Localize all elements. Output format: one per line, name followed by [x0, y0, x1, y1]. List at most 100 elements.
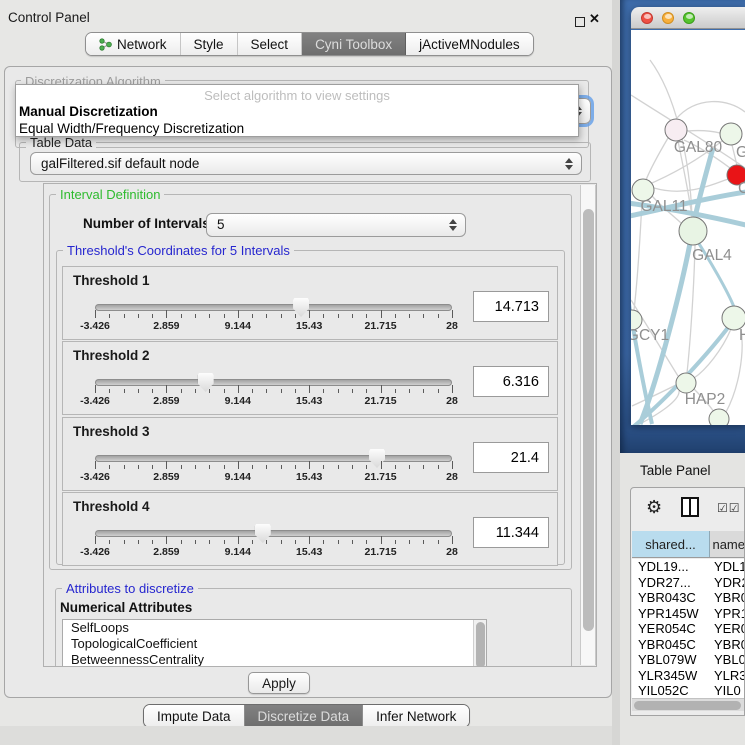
slider-tick	[423, 389, 424, 393]
numerical-attributes-label: Numerical Attributes	[60, 600, 192, 615]
table-data-combo[interactable]: galFiltered.sif default node	[30, 152, 582, 175]
table-horizontal-scrollbar[interactable]	[632, 698, 745, 711]
table-row[interactable]: YDR27...YDR2	[632, 575, 745, 591]
minimize-window-icon[interactable]	[662, 12, 674, 24]
slider-tick	[266, 389, 267, 393]
slider-tick	[95, 536, 96, 544]
slider-tick	[366, 540, 367, 544]
attributes-group: Attributes to discretize Numerical Attri…	[55, 588, 572, 667]
slider-tick	[381, 536, 382, 544]
slider-tick	[352, 465, 353, 469]
zoom-window-icon[interactable]	[683, 12, 695, 24]
network-node[interactable]	[665, 119, 687, 141]
tab-network-label: Network	[117, 37, 167, 52]
slider-scale-label: 15.43	[296, 546, 322, 558]
slider-scale-label: 15.43	[296, 471, 322, 483]
table-row[interactable]: YBL079WYBL0	[632, 652, 745, 668]
list-scrollbar-thumb[interactable]	[476, 622, 485, 667]
slider-tick	[281, 465, 282, 469]
dropdown-option-equal-width[interactable]: Equal Width/Frequency Discretization	[16, 120, 578, 137]
dropdown-option-manual[interactable]: Manual Discretization	[16, 103, 578, 120]
tab-style[interactable]: Style	[181, 33, 238, 55]
tab-jactivemnodules[interactable]: jActiveMNodules	[406, 33, 533, 55]
list-item[interactable]: TopologicalCoefficient	[63, 636, 486, 652]
columns-icon[interactable]	[681, 497, 699, 517]
slider-tick	[323, 465, 324, 469]
slider-tick	[166, 536, 167, 544]
column-header-shared-name[interactable]: shared...	[632, 531, 710, 557]
slider-tick	[381, 461, 382, 469]
column-header-name[interactable]: name	[710, 531, 745, 557]
network-node[interactable]	[720, 123, 742, 145]
slider-scale-label: 15.43	[296, 320, 322, 332]
tab-select[interactable]: Select	[238, 33, 303, 55]
slider-tick	[438, 540, 439, 544]
threshold-row-1: Threshold 1-3.4262.8599.14415.4321.71528…	[62, 266, 558, 340]
table-row[interactable]: YBR043CYBR0	[632, 590, 745, 606]
network-node[interactable]	[709, 409, 729, 425]
close-panel-icon[interactable]: ✕	[589, 11, 600, 27]
float-panel-icon[interactable]	[575, 17, 585, 27]
slider-scale-labels: -3.4262.8599.14415.4321.71528	[95, 320, 452, 333]
network-node[interactable]	[676, 373, 696, 393]
slider-tick	[266, 540, 267, 544]
list-item[interactable]: SelfLoops	[63, 620, 486, 636]
tab-discretize-data[interactable]: Discretize Data	[245, 705, 364, 727]
slider-scale-label: -3.426	[80, 320, 110, 332]
table-cell: YDL19...	[632, 559, 710, 575]
network-window-titlebar[interactable]	[631, 7, 745, 29]
threshold-row-2: Threshold 2-3.4262.8599.14415.4321.71528…	[62, 341, 558, 415]
table-row[interactable]: YBR045CYBR0	[632, 637, 745, 653]
slider-tick	[95, 310, 96, 318]
slider-scale-label: 2.859	[153, 546, 179, 558]
tab-impute-data[interactable]: Impute Data	[144, 705, 245, 727]
settings-scrollbar[interactable]	[580, 185, 596, 665]
slider-tick	[124, 389, 125, 393]
tab-cyni-toolbox[interactable]: Cyni Toolbox	[302, 33, 406, 55]
tab-jactivemnodules-label: jActiveMNodules	[419, 37, 520, 52]
slider-tick	[195, 314, 196, 318]
table-cell: YPR145W	[632, 606, 710, 622]
table-hscrollbar-thumb[interactable]	[634, 701, 741, 710]
slider-tick	[423, 465, 424, 469]
number-of-intervals-combo[interactable]: 5	[206, 213, 466, 237]
tab-discretize-data-label: Discretize Data	[258, 709, 350, 724]
slider-tick	[252, 314, 253, 318]
slider-tick	[409, 314, 410, 318]
numerical-attributes-list[interactable]: SelfLoopsTopologicalCoefficientBetweenne…	[62, 619, 487, 667]
slider-tick	[352, 314, 353, 318]
slider-tick	[438, 314, 439, 318]
network-node-label: H	[739, 327, 745, 344]
list-scrollbar[interactable]	[473, 620, 486, 667]
tab-network[interactable]: Network	[86, 33, 181, 55]
panel-divider[interactable]	[612, 0, 620, 745]
gear-icon[interactable]: ⚙	[646, 497, 662, 518]
slider-tick	[309, 536, 310, 544]
threshold-value-field[interactable]: 14.713	[473, 291, 549, 322]
settings-scrollbar-thumb[interactable]	[583, 209, 594, 631]
threshold-value-field[interactable]: 21.4	[473, 442, 549, 473]
slider-scale-label: -3.426	[80, 471, 110, 483]
table-row[interactable]: YER054CYER0	[632, 621, 745, 637]
apply-button[interactable]: Apply	[248, 672, 310, 694]
slider-tick	[452, 385, 453, 393]
tab-infer-network[interactable]: Infer Network	[363, 705, 469, 727]
network-canvas[interactable]: GAL80GAL11GAL4GCY1HHAP2 GAC	[631, 30, 745, 425]
slider-tick	[281, 389, 282, 393]
slider-tick	[395, 314, 396, 318]
table-row[interactable]: YDL19...YDL1	[632, 559, 745, 575]
threshold-value-field[interactable]: 6.316	[473, 366, 549, 397]
slider-tick	[366, 314, 367, 318]
threshold-value-field[interactable]: 11.344	[473, 517, 549, 548]
list-item[interactable]: BetweennessCentrality	[63, 652, 486, 667]
table-row[interactable]: YLR345WYLR3	[632, 668, 745, 684]
network-node[interactable]	[679, 217, 707, 245]
table-cell: YBR043C	[632, 590, 710, 606]
close-window-icon[interactable]	[641, 12, 653, 24]
slider-tick	[138, 540, 139, 544]
table-row[interactable]: YPR145WYPR1	[632, 606, 745, 622]
table-row[interactable]: YIL052CYIL0	[632, 683, 745, 698]
bottom-tab-bar: Impute Data Discretize Data Infer Networ…	[143, 704, 470, 728]
settings-scroll-panel: Interval Definition Number of Intervals …	[43, 183, 597, 667]
select-columns-checkbox-icons[interactable]: ☑☑	[717, 501, 741, 515]
